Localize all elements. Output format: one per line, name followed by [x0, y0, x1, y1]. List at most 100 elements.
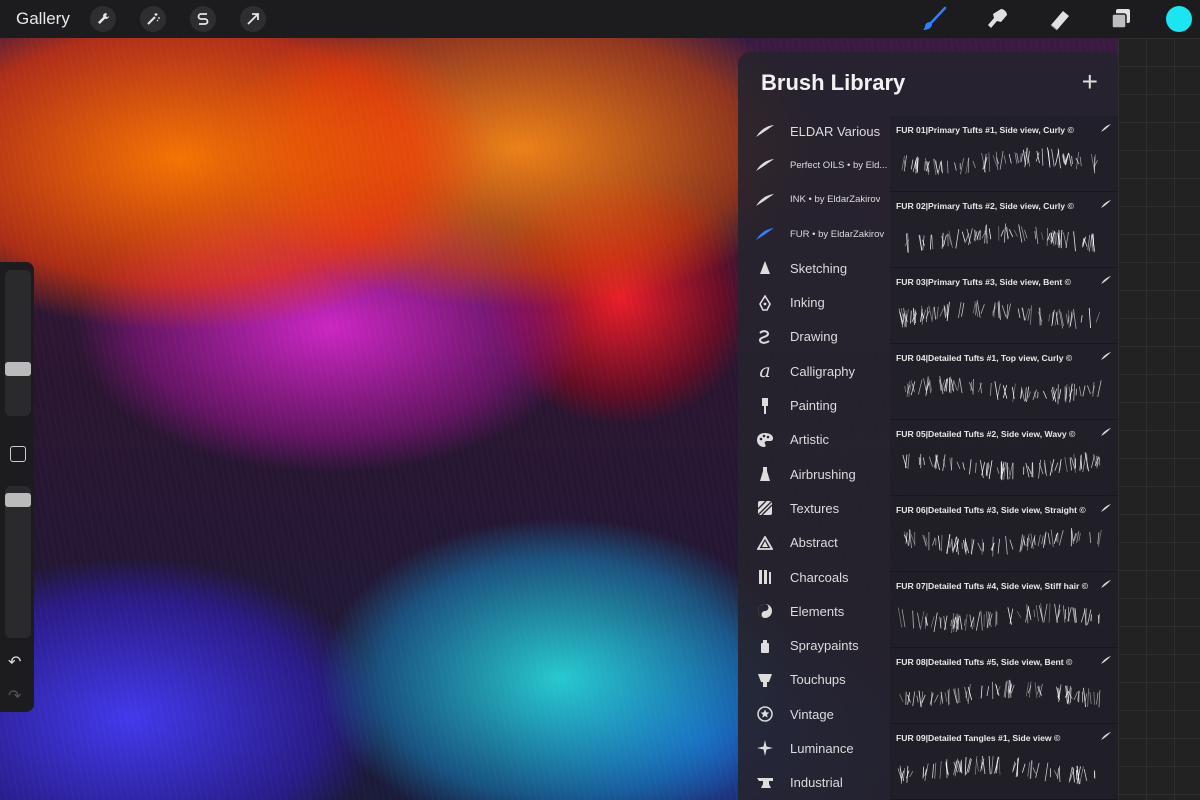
wrench-icon[interactable]	[89, 6, 116, 32]
modify-button[interactable]	[10, 446, 26, 462]
brush-set-label: Touchups	[790, 672, 846, 688]
opacity-slider[interactable]	[5, 486, 31, 638]
gallery-button[interactable]: Gallery	[16, 9, 70, 29]
brush-set-label: Calligraphy	[790, 363, 856, 379]
brush-name: FUR 09|Detailed Tangles #1, Side view ©	[896, 733, 1061, 743]
brush-stroke-icon	[754, 189, 776, 211]
brush-stroke-icon	[1101, 352, 1111, 360]
brush-set-item[interactable]: Textures	[738, 491, 890, 525]
undo-icon[interactable]: ↶	[8, 652, 21, 672]
procreate-screen: Gallery ↶ ↷ Brush Library + ELDAR Variou…	[0, 0, 1200, 800]
opacity-thumb[interactable]	[5, 492, 31, 507]
canvas-background-grid	[1118, 38, 1200, 800]
brush-set-item[interactable]: FUR • by EldarZakirov	[738, 217, 890, 251]
brush-name: FUR 05|Detailed Tufts #2, Side view, Wav…	[896, 429, 1076, 439]
brush-set-item[interactable]: Sketching	[738, 251, 890, 285]
layers-icon[interactable]	[1104, 2, 1138, 36]
squiggle-icon	[754, 326, 776, 348]
brush-set-item[interactable]: Artistic	[738, 423, 890, 457]
pencil-tip-icon	[754, 257, 776, 279]
brush-set-item[interactable]: Industrial	[738, 766, 890, 800]
brush-set-label: Charcoals	[790, 569, 849, 585]
redo-icon[interactable]: ↷	[8, 686, 21, 706]
plus-icon[interactable]: +	[1082, 66, 1098, 98]
brush-set-item[interactable]: ELDAR Various	[738, 114, 890, 148]
brush-set-item[interactable]: Painting	[738, 388, 890, 422]
brush-set-item[interactable]: INK • by EldarZakirov	[738, 183, 890, 217]
brush-stroke-icon	[1101, 504, 1111, 512]
smudge-icon[interactable]	[980, 2, 1014, 36]
brush-set-item[interactable]: Perfect OILS • by Eld...	[738, 148, 890, 182]
brush-stroke-icon	[1101, 200, 1111, 208]
airbrush-icon	[754, 463, 776, 485]
brush-item[interactable]: FUR 02|Primary Tufts #2, Side view, Curl…	[890, 192, 1118, 268]
texture-icon	[754, 497, 776, 519]
brush-set-label: Luminance	[790, 740, 854, 756]
transform-arrow-icon[interactable]	[239, 6, 266, 32]
right-tool-group	[918, 0, 1200, 38]
brush-set-item[interactable]: Charcoals	[738, 560, 890, 594]
brush-set-item[interactable]: Airbrushing	[738, 457, 890, 491]
brush-name: FUR 04|Detailed Tufts #1, Top view, Curl…	[896, 353, 1073, 363]
brush-set-list: ELDAR Various Perfect OILS • by Eld... INK…	[738, 114, 890, 800]
eraser-icon[interactable]	[1042, 2, 1076, 36]
brush-stroke-icon	[1101, 656, 1111, 664]
brush-set-item[interactable]: Inking	[738, 285, 890, 319]
brush-stroke-preview	[904, 376, 1102, 405]
brush-stroke-preview	[897, 602, 1101, 634]
brush-set-item[interactable]: Luminance	[738, 731, 890, 765]
brush-set-item[interactable]: a Calligraphy	[738, 354, 890, 388]
charcoal-sticks-icon	[754, 566, 776, 588]
brush-stroke-icon	[1101, 276, 1111, 284]
brush-set-item[interactable]: Spraypaints	[738, 628, 890, 662]
brush-stroke-icon	[754, 120, 776, 142]
brush-set-label: Spraypaints	[790, 638, 859, 654]
brush-item[interactable]: FUR 07|Detailed Tufts #4, Side view, Sti…	[890, 572, 1118, 648]
brush-item[interactable]: FUR 04|Detailed Tufts #1, Top view, Curl…	[890, 344, 1118, 420]
brush-set-label: ELDAR Various	[790, 123, 881, 139]
magic-wand-icon[interactable]	[139, 6, 166, 32]
brush-set-label: Textures	[790, 500, 840, 516]
brush-item[interactable]: FUR 09|Detailed Tangles #1, Side view ©	[890, 724, 1118, 800]
calligraphy-a-icon: a	[759, 360, 771, 383]
brush-set-item[interactable]: Touchups	[738, 663, 890, 697]
brush-stroke-icon	[1101, 428, 1111, 436]
brush-set-label: Airbrushing	[790, 466, 856, 482]
brush-stroke-icon	[754, 154, 776, 176]
brush-name: FUR 07|Detailed Tufts #4, Side view, Sti…	[896, 581, 1089, 591]
brush-name: FUR 06|Detailed Tufts #3, Side view, Str…	[896, 505, 1086, 515]
brush-set-item[interactable]: Elements	[738, 594, 890, 628]
brush-icon[interactable]	[918, 2, 952, 36]
sparkle-icon	[754, 737, 776, 759]
brush-set-label: Painting	[790, 398, 837, 414]
panel-title: Brush Library	[761, 70, 906, 95]
brush-stroke-icon	[1101, 124, 1111, 132]
brush-name: FUR 08|Detailed Tufts #5, Side view, Ben…	[896, 657, 1073, 667]
brush-set-item[interactable]: Abstract	[738, 526, 890, 560]
brush-stroke-preview	[904, 223, 1095, 253]
brush-size-thumb[interactable]	[5, 362, 31, 377]
brush-stroke-icon	[754, 223, 776, 245]
brush-item[interactable]: FUR 05|Detailed Tufts #2, Side view, Wav…	[890, 420, 1118, 496]
paint-brush-icon	[754, 395, 776, 417]
palette-icon	[754, 429, 776, 451]
brush-size-slider[interactable]	[5, 270, 31, 416]
brush-item[interactable]: FUR 08|Detailed Tufts #5, Side view, Ben…	[890, 648, 1118, 724]
color-picker-button[interactable]	[1166, 6, 1192, 32]
brush-set-label: Elements	[790, 603, 845, 619]
pen-nib-icon	[754, 292, 776, 314]
brush-item[interactable]: FUR 03|Primary Tufts #3, Side view, Bent…	[890, 268, 1118, 344]
brush-item[interactable]: FUR 06|Detailed Tufts #3, Side view, Str…	[890, 496, 1118, 572]
brush-set-label: Sketching	[790, 260, 848, 276]
brush-stroke-preview	[897, 755, 1096, 785]
brush-set-item[interactable]: Vintage	[738, 697, 890, 731]
anvil-icon	[754, 772, 776, 794]
selection-s-icon[interactable]	[189, 6, 216, 32]
brush-stroke-preview	[901, 147, 1098, 176]
brush-set-label: Drawing	[790, 329, 838, 345]
left-sidebar: ↶ ↷	[0, 262, 34, 712]
brush-item[interactable]: FUR 01|Primary Tufts #1, Side view, Curl…	[890, 116, 1118, 192]
brush-set-item[interactable]: Drawing	[738, 320, 890, 354]
brush-set-label: Artistic	[790, 432, 829, 448]
yin-yang-icon	[754, 600, 776, 622]
